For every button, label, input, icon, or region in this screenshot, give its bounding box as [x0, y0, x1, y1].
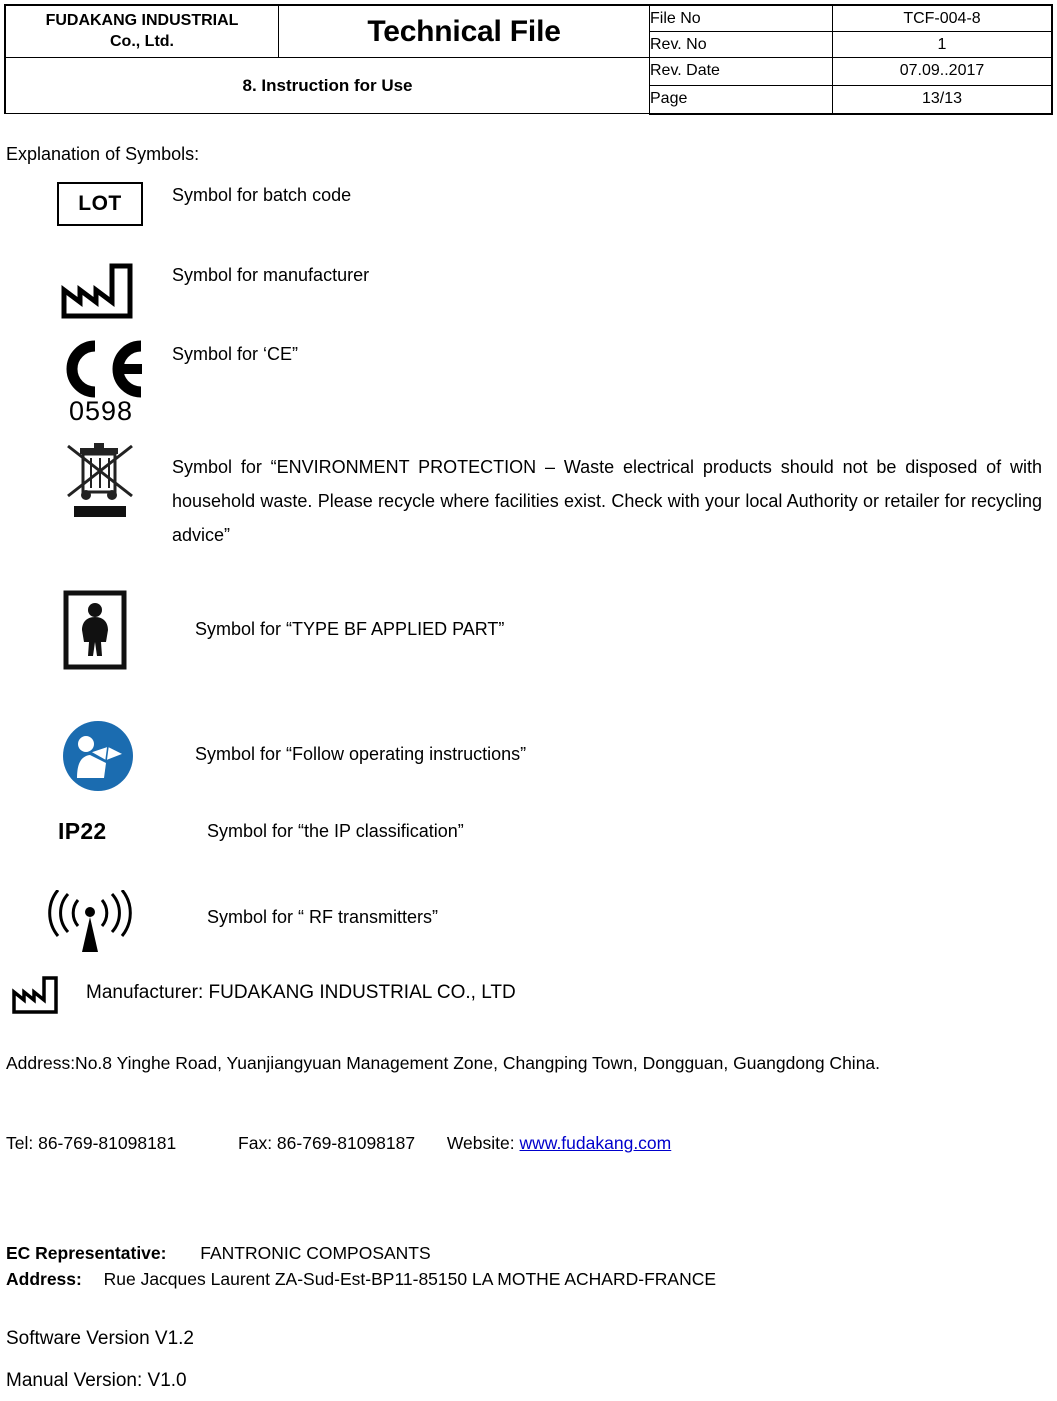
symbol-description-environment-protection: Symbol for “ENVIRONMENT PROTECTION – Was…: [172, 457, 1042, 545]
symbol-description-follow-instructions: Symbol for “Follow operating instruction…: [195, 744, 527, 764]
rf-transmitter-icon: [42, 889, 138, 956]
type-bf-applied-part-icon: [62, 590, 128, 670]
symbol-description-rf-transmitters: Symbol for “ RF transmitters”: [207, 907, 439, 927]
weee-crossed-bin-icon: [50, 440, 150, 525]
symbol-description-type-bf: Symbol for “TYPE BF APPLIED PART”: [195, 619, 505, 639]
field-value-file-no: TCF-004-8: [832, 4, 1053, 32]
ec-address-label: Address:: [6, 1269, 82, 1289]
field-label-rev-no: Rev. No: [649, 31, 833, 58]
manufacturer-line: Manufacturer: FUDAKANG INDUSTRIAL CO., L…: [86, 982, 516, 1003]
ec-address-value: Rue Jacques Laurent ZA-Sud-Est-BP11-8515…: [103, 1269, 717, 1289]
ce-notified-body-number: 0598: [68, 396, 134, 426]
field-label-page: Page: [649, 84, 833, 115]
lot-box-label: LOT: [78, 192, 122, 215]
factory-manufacturer-icon: [58, 260, 146, 320]
symbol-description-ce: Symbol for ‘CE”: [172, 344, 299, 364]
website-label: Website:: [446, 1133, 515, 1153]
field-value-rev-date: 07.09..2017: [832, 57, 1053, 86]
manual-version: Manual Version: V1.0: [6, 1370, 187, 1391]
field-label-rev-date: Rev. Date: [649, 57, 833, 86]
document-title-cell: Technical File: [278, 4, 650, 58]
ec-representative-line: EC Representative: FANTRONIC COMPOSANTS: [6, 1240, 431, 1266]
company-name-cell: FUDAKANG INDUSTRIAL Co., Ltd.: [4, 4, 279, 58]
website-link[interactable]: www.fudakang.com: [520, 1133, 672, 1153]
field-value-rev-no: 1: [832, 31, 1053, 58]
telephone-number: Tel: 86-769-81098181: [6, 1133, 177, 1153]
ce-mark-icon: [55, 340, 147, 398]
symbol-description-manufacturer: Symbol for manufacturer: [172, 265, 370, 285]
field-label-file-no: File No: [649, 4, 833, 32]
ec-representative-label: EC Representative:: [6, 1243, 167, 1263]
contact-line: Tel: 86-769-81098181 Fax: 86-769-8109818…: [6, 1130, 671, 1156]
follow-instructions-icon: [60, 718, 136, 794]
company-name-line2: Co., Ltd.: [110, 32, 174, 50]
manufacturer-address: Address:No.8 Yinghe Road, Yuanjiangyuan …: [6, 1053, 881, 1073]
ip-rating-icon: IP22: [58, 818, 107, 844]
company-name-line1: FUDAKANG INDUSTRIAL: [45, 11, 239, 29]
lot-box-icon: LOT: [57, 182, 143, 226]
factory-manufacturer-icon-footer: [10, 974, 66, 1016]
fax-number: Fax: 86-769-81098187: [238, 1133, 416, 1153]
ec-representative-value: FANTRONIC COMPOSANTS: [200, 1243, 431, 1263]
explanation-of-symbols-heading: Explanation of Symbols:: [6, 144, 200, 164]
ec-address-line: Address: Rue Jacques Laurent ZA-Sud-Est-…: [6, 1266, 716, 1292]
symbol-description-ip-classification: Symbol for “the IP classification”: [207, 821, 464, 841]
document-header-table: FUDAKANG INDUSTRIAL Co., Ltd. Technical …: [4, 4, 1053, 115]
document-subtitle-cell: 8. Instruction for Use: [4, 57, 650, 114]
software-version: Software Version V1.2: [6, 1328, 194, 1349]
field-value-page: 13/13: [832, 84, 1053, 115]
symbol-description-batch-code: Symbol for batch code: [172, 185, 352, 205]
